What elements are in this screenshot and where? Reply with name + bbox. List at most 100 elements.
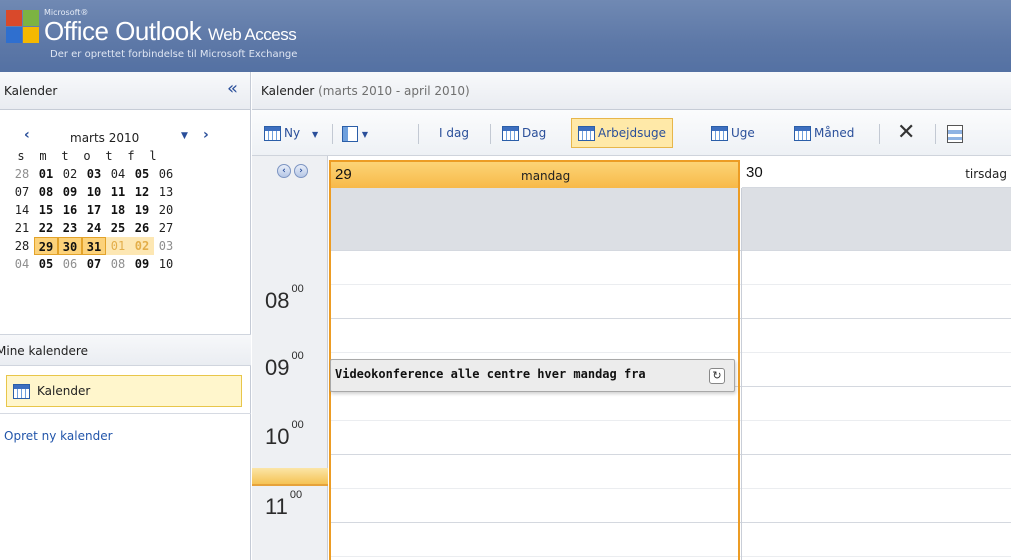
mini-calendar-day[interactable]: 04 xyxy=(10,255,34,273)
mini-calendar-nav: ‹ marts 2010 ▼ › xyxy=(0,125,251,147)
mini-calendar-day[interactable]: 23 xyxy=(58,219,82,237)
mini-calendar-day[interactable]: 26 xyxy=(130,219,154,237)
print-icon[interactable] xyxy=(947,118,963,148)
mini-calendar-week: 28 29 30 31 01 02 03 xyxy=(0,237,251,255)
mini-calendar-day[interactable]: 01 xyxy=(106,237,130,255)
mini-calendar-day[interactable]: 20 xyxy=(154,201,178,219)
mini-calendar-day[interactable]: 04 xyxy=(106,165,130,183)
mini-calendar-day[interactable]: 06 xyxy=(154,165,178,183)
day-column-selected[interactable] xyxy=(329,250,740,560)
mini-calendar-day[interactable]: 10 xyxy=(82,183,106,201)
connection-status: Der er oprettet forbindelse til Microsof… xyxy=(50,49,298,60)
mini-calendar-day[interactable]: 14 xyxy=(10,201,34,219)
prev-month-icon[interactable]: ‹ xyxy=(24,127,30,143)
new-appointment-icon xyxy=(264,126,281,141)
mini-calendar-day[interactable]: 02 xyxy=(130,237,154,255)
mini-calendar-day[interactable]: 27 xyxy=(154,219,178,237)
mini-calendar-day[interactable]: 05 xyxy=(130,165,154,183)
mini-calendar-day[interactable]: 10 xyxy=(154,255,178,273)
weekday-label: o xyxy=(83,149,91,163)
mini-calendar-day[interactable]: 08 xyxy=(106,255,130,273)
next-month-icon[interactable]: › xyxy=(203,127,209,143)
mini-calendar-day[interactable]: 22 xyxy=(34,219,58,237)
mini-calendar-day[interactable]: 28 xyxy=(10,165,34,183)
mini-calendar-day[interactable]: 03 xyxy=(82,165,106,183)
mini-calendar-day[interactable]: 02 xyxy=(58,165,82,183)
mini-calendar-day[interactable]: 16 xyxy=(58,201,82,219)
create-calendar-link[interactable]: Opret ny kalender xyxy=(4,429,113,443)
hour-label: 08 00 xyxy=(265,282,304,313)
view-options-button[interactable]: ▼ xyxy=(342,118,368,148)
day-header[interactable]: 30 tirsdag xyxy=(742,160,1011,188)
mini-calendar-day[interactable]: 29 xyxy=(34,237,58,255)
day-view-icon xyxy=(502,126,519,141)
month-view-button[interactable]: Måned xyxy=(794,118,854,148)
day-number: 30 xyxy=(746,164,763,181)
next-period-icon[interactable]: › xyxy=(294,164,308,178)
toolbar-divider xyxy=(879,124,880,144)
collapse-pane-icon[interactable]: « xyxy=(227,78,238,99)
new-button[interactable]: Ny xyxy=(264,118,300,148)
divider xyxy=(0,413,251,414)
mini-calendar-day[interactable]: 06 xyxy=(58,255,82,273)
office-logo-icon xyxy=(6,10,40,44)
new-dropdown-button[interactable]: ▼ xyxy=(312,118,318,148)
nav-pane-header: Kalender « xyxy=(0,72,250,110)
day-divider xyxy=(741,188,742,560)
mini-calendar-day[interactable]: 09 xyxy=(130,255,154,273)
calendar-pane: Kalender (marts 2010 - april 2010) Ny ▼ … xyxy=(252,72,1011,560)
workweek-view-button[interactable]: Arbejdsuge xyxy=(571,118,673,148)
toolbar-divider xyxy=(935,124,936,144)
weekday-label: t xyxy=(105,149,113,163)
mini-calendar-day[interactable]: 12 xyxy=(130,183,154,201)
day-header-selected[interactable]: 29 mandag xyxy=(329,160,740,188)
all-day-area[interactable] xyxy=(329,188,740,250)
delete-icon[interactable]: ✕ xyxy=(897,118,915,148)
chevron-down-icon: ▼ xyxy=(361,130,368,139)
mini-calendar-day[interactable]: 01 xyxy=(34,165,58,183)
weekday-header: smtotfl xyxy=(0,147,251,165)
mini-calendar-day[interactable]: 05 xyxy=(34,255,58,273)
month-view-icon xyxy=(794,126,811,141)
weekday-label: m xyxy=(39,149,47,163)
mini-calendar-day[interactable]: 13 xyxy=(154,183,178,201)
mini-calendar-day[interactable]: 25 xyxy=(106,219,130,237)
week-view-icon xyxy=(711,126,728,141)
mini-calendar-day[interactable]: 09 xyxy=(58,183,82,201)
mini-calendar-day[interactable]: 07 xyxy=(10,183,34,201)
mini-calendar-month[interactable]: marts 2010 xyxy=(70,131,139,145)
mini-calendar-day[interactable]: 11 xyxy=(106,183,130,201)
chevron-down-icon: ▼ xyxy=(312,130,319,139)
mini-calendar-day[interactable]: 08 xyxy=(34,183,58,201)
mini-calendar-day[interactable]: 30 xyxy=(58,237,82,255)
calendar-icon xyxy=(13,384,30,399)
mini-calendar-day[interactable]: 17 xyxy=(82,201,106,219)
mini-calendar-day[interactable]: 07 xyxy=(82,255,106,273)
day-name: mandag xyxy=(521,169,571,183)
calendar-list-item-label: Kalender xyxy=(37,384,91,398)
calendar-list-item[interactable]: Kalender xyxy=(6,375,242,407)
mini-calendar-day[interactable]: 15 xyxy=(34,201,58,219)
toolbar-divider xyxy=(418,124,419,144)
month-dropdown-icon[interactable]: ▼ xyxy=(181,131,188,141)
mini-calendar-day[interactable]: 21 xyxy=(10,219,34,237)
day-view-button[interactable]: Dag xyxy=(502,118,546,148)
mini-calendar-day[interactable]: 31 xyxy=(82,237,106,255)
hour-label: 10 00 xyxy=(265,418,304,449)
mini-calendar-day[interactable]: 18 xyxy=(106,201,130,219)
mini-calendar-day[interactable]: 03 xyxy=(154,237,178,255)
mini-calendar-day[interactable]: 19 xyxy=(130,201,154,219)
calendar-grid: ‹ › 08 00 09 00 10 00 11 00 29 mandag 30 tir… xyxy=(252,156,1011,560)
toolbar-divider xyxy=(490,124,491,144)
hour-label: 09 00 xyxy=(265,349,304,380)
week-view-button[interactable]: Uge xyxy=(711,118,755,148)
mini-calendar-day[interactable]: 28 xyxy=(10,237,34,255)
mini-calendar-day[interactable]: 24 xyxy=(82,219,106,237)
all-day-area[interactable] xyxy=(742,188,1011,250)
recurrence-icon: ↻ xyxy=(709,368,725,384)
prev-period-icon[interactable]: ‹ xyxy=(277,164,291,178)
app-title: Office Outlook Web Access xyxy=(44,16,297,46)
appointment[interactable]: Videokonference alle centre hver mandag … xyxy=(330,359,735,392)
today-button[interactable]: I dag xyxy=(439,118,469,148)
workweek-view-icon xyxy=(578,126,595,141)
